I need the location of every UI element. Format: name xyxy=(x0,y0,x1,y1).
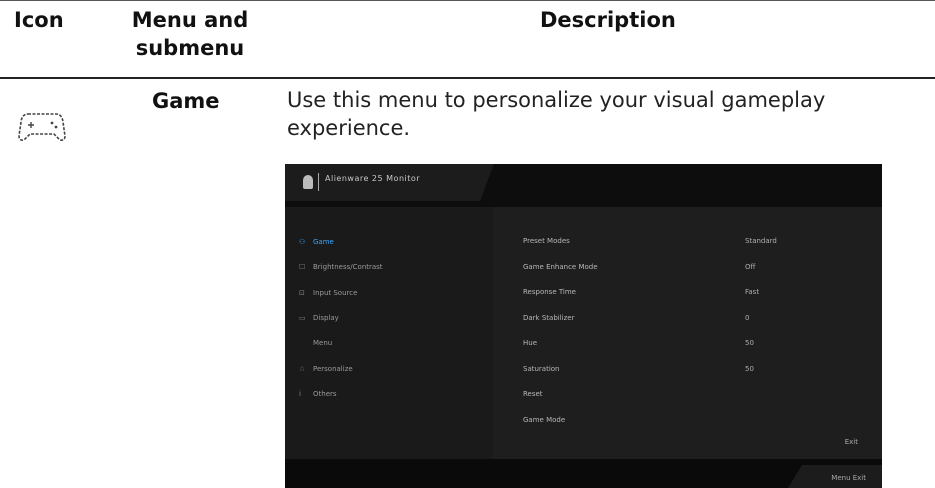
osd-setting-row[interactable]: Game Enhance Mode Off xyxy=(523,263,873,275)
osd-menu-item-brightness[interactable]: ☐ Brightness/Contrast xyxy=(299,260,383,274)
osd-menu-item-display[interactable]: ▭ Display xyxy=(299,311,339,325)
osd-menu-item-others[interactable]: i Others xyxy=(299,387,337,401)
osd-setting-row[interactable]: Reset xyxy=(523,390,873,402)
osd-setting-value: 0 xyxy=(745,314,750,322)
osd-menu-item-label: Others xyxy=(313,390,337,398)
osd-menu-item-personalize[interactable]: ☆ Personalize xyxy=(299,362,353,376)
osd-menu-item-label: Brightness/Contrast xyxy=(313,263,383,271)
osd-left-menu: ⚇ Game ☐ Brightness/Contrast ⊡ Input Sou… xyxy=(285,207,493,459)
brightness-icon: ☐ xyxy=(299,263,306,271)
osd-menu-item-game[interactable]: ⚇ Game xyxy=(299,235,334,249)
osd-menu-item-menu[interactable]: Menu xyxy=(299,336,332,350)
osd-setting-label: Preset Modes xyxy=(523,237,570,245)
osd-menu-item-label: Game xyxy=(313,238,334,246)
input-source-icon: ⊡ xyxy=(299,289,305,297)
menu-name: Game xyxy=(152,89,220,113)
column-header-icon: Icon xyxy=(14,8,64,32)
gamepad-icon: ⚇ xyxy=(299,238,306,246)
osd-setting-value: 50 xyxy=(745,339,754,347)
osd-setting-label: Dark Stabilizer xyxy=(523,314,575,322)
osd-setting-label: Reset xyxy=(523,390,543,398)
osd-setting-value: Off xyxy=(745,263,756,271)
gamepad-icon xyxy=(18,113,66,141)
osd-setting-value: Fast xyxy=(745,288,760,296)
monitor-icon xyxy=(303,175,313,189)
display-icon: ▭ xyxy=(299,314,306,322)
star-icon: ☆ xyxy=(299,365,306,373)
osd-settings-panel: Preset Modes Standard Game Enhance Mode … xyxy=(493,207,882,459)
osd-screenshot: Alienware 25 Monitor ⚇ Game ☐ Brightness… xyxy=(285,164,882,488)
osd-main-panel: ⚇ Game ☐ Brightness/Contrast ⊡ Input Sou… xyxy=(285,207,882,459)
osd-menu-item-label: Input Source xyxy=(313,289,358,297)
osd-setting-row[interactable]: Preset Modes Standard xyxy=(523,237,873,249)
osd-setting-value: Standard xyxy=(745,237,777,245)
osd-setting-row[interactable]: Saturation 50 xyxy=(523,365,873,377)
osd-exit-label[interactable]: Exit xyxy=(845,438,858,446)
osd-title-separator xyxy=(318,173,319,191)
header-divider xyxy=(0,77,935,79)
osd-menu-item-label: Display xyxy=(313,314,339,322)
osd-setting-label: Game Mode xyxy=(523,416,566,424)
osd-title: Alienware 25 Monitor xyxy=(325,174,421,183)
osd-menu-item-label: Personalize xyxy=(313,365,353,373)
osd-setting-value: 50 xyxy=(745,365,754,373)
osd-title-tab: Alienware 25 Monitor xyxy=(285,164,494,201)
osd-footer: Menu Exit xyxy=(285,459,882,488)
osd-menu-item-input-source[interactable]: ⊡ Input Source xyxy=(299,286,357,300)
osd-footer-label[interactable]: Menu Exit xyxy=(831,474,866,482)
column-header-menu: Menu and submenu xyxy=(131,8,249,60)
osd-setting-label: Saturation xyxy=(523,365,560,373)
osd-setting-row[interactable]: Response Time Fast xyxy=(523,288,873,300)
osd-setting-label: Response Time xyxy=(523,288,576,296)
column-header-description: Description xyxy=(540,8,676,32)
info-icon: i xyxy=(299,390,301,398)
osd-setting-label: Hue xyxy=(523,339,538,347)
osd-menu-item-label: Menu xyxy=(313,339,333,347)
menu-description: Use this menu to personalize your visual… xyxy=(287,88,826,140)
osd-setting-row[interactable]: Game Mode xyxy=(523,416,873,428)
osd-setting-row[interactable]: Hue 50 xyxy=(523,339,873,351)
osd-setting-label: Game Enhance Mode xyxy=(523,263,598,271)
top-rule xyxy=(0,0,935,1)
osd-setting-row[interactable]: Dark Stabilizer 0 xyxy=(523,314,873,326)
osd-footer-tab: Menu Exit xyxy=(788,465,882,488)
